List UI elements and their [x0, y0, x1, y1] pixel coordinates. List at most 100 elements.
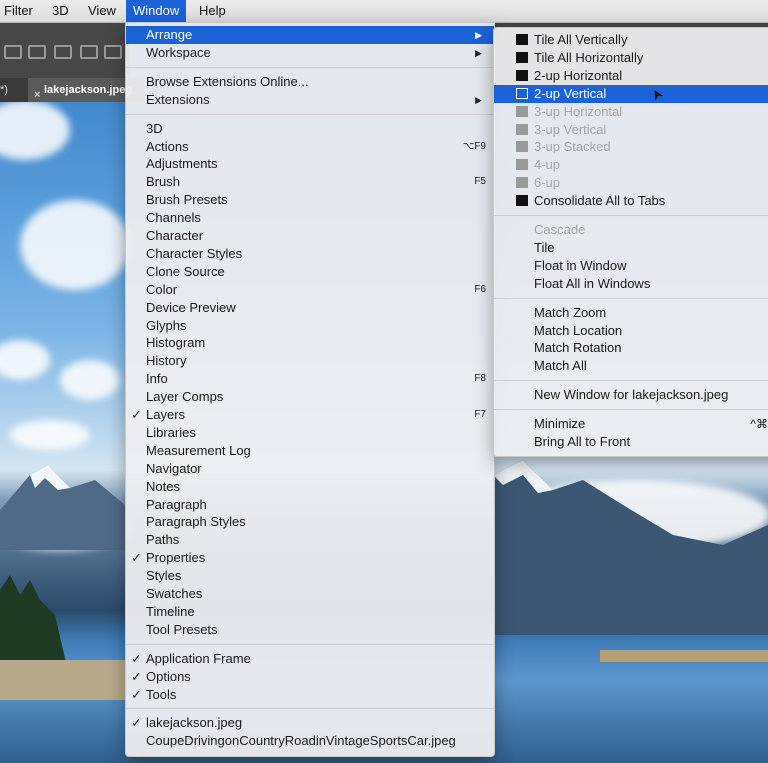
arrange-menu-item-float-in-window[interactable]: Float in Window [494, 257, 768, 275]
menu-item-label: Tool Presets [146, 621, 218, 637]
window-menu-item-paths[interactable]: Paths [126, 531, 494, 549]
arrange-menu-item-match-location[interactable]: Match Location [494, 322, 768, 340]
menu-separator [126, 113, 494, 115]
window-menu-item-layer-comps[interactable]: Layer Comps [126, 388, 494, 406]
menu-item-label: Styles [146, 568, 182, 584]
window-menu-item-histogram[interactable]: Histogram [126, 334, 494, 352]
window-menu-item-swatches[interactable]: Swatches [126, 585, 494, 603]
menu-item-label: Device Preview [146, 299, 236, 315]
window-menu-item-libraries[interactable]: Libraries [126, 424, 494, 442]
menu-view[interactable]: View [88, 3, 116, 18]
menu-item-label: 2-up Horizontal [534, 67, 623, 83]
window-menu-item-character[interactable]: Character [126, 227, 494, 245]
window-menu-item-arrange[interactable]: Arrange ▶ [126, 26, 494, 44]
window-menu-item-clone-source[interactable]: Clone Source [126, 263, 494, 281]
window-menu-item-actions[interactable]: Actions ⌥F9 [126, 138, 494, 156]
menu-item-label: Paragraph [146, 496, 207, 512]
window-menu-item-measurement-log[interactable]: Measurement Log [126, 442, 494, 460]
window-menu-item-brush-presets[interactable]: Brush Presets [126, 191, 494, 209]
shortcut-label: ^⌘M [750, 417, 768, 432]
menu-item-label: Tile All Vertically [534, 32, 628, 47]
mountain-left [0, 465, 125, 550]
arrange-menu-item-6-up: 6-up [494, 174, 768, 192]
window-menu-item-layers[interactable]: ✓ Layers F7 [126, 406, 494, 424]
menu-separator [494, 409, 768, 411]
window-menu-item-application-frame[interactable]: ✓ Application Frame [126, 650, 494, 668]
menu-filter[interactable]: Filter [4, 3, 33, 18]
menu-window[interactable]: Window [126, 0, 187, 22]
window-menu-item-paragraph-styles[interactable]: Paragraph Styles [126, 513, 494, 531]
window-menu-item-properties[interactable]: ✓ Properties [126, 549, 494, 567]
arrange-menu-item-match-rotation[interactable]: Match Rotation [494, 339, 768, 357]
tool-option-icon[interactable] [4, 45, 22, 59]
layout-icon [516, 123, 528, 135]
window-menu-item-notes[interactable]: Notes [126, 478, 494, 496]
menu-item-label: 3-up Horizontal [534, 103, 623, 119]
tool-option-icon[interactable] [104, 45, 122, 59]
menu-item-label: Tile All Horizontally [534, 49, 644, 65]
window-menu-item-history[interactable]: History [126, 352, 494, 370]
window-menu-item-workspace[interactable]: Workspace ▶ [126, 44, 494, 62]
window-menu-item-extensions[interactable]: Extensions ▶ [126, 91, 494, 109]
menu-item-label: New Window for lakejackson.jpeg [534, 387, 729, 403]
menu-item-label: Clone Source [146, 263, 225, 279]
window-menu-item-paragraph[interactable]: Paragraph [126, 496, 494, 514]
menu-item-label: Tile [534, 239, 555, 255]
window-menu-item-coupedrivingoncountryroadinvintagesportscar-jpeg[interactable]: CoupeDrivingonCountryRoadinVintageSports… [126, 732, 494, 750]
arrange-menu-item-match-zoom[interactable]: Match Zoom [494, 304, 768, 322]
window-menu-item-tools[interactable]: ✓ Tools [126, 686, 494, 704]
shoreline [0, 660, 125, 700]
arrange-menu-item-tile-all-horizontally[interactable]: Tile All Horizontally [494, 49, 768, 67]
window-menu-item-device-preview[interactable]: Device Preview [126, 299, 494, 317]
arrange-menu-item-4-up: 4-up [494, 156, 768, 174]
close-icon[interactable]: × [34, 83, 40, 107]
previous-tab-partial[interactable]: *) [0, 84, 8, 96]
arrange-menu-item-float-all-in-windows[interactable]: Float All in Windows [494, 275, 768, 293]
window-menu-item-color[interactable]: Color F6 [126, 281, 494, 299]
checkmark-icon: ✓ [131, 668, 142, 684]
window-menu-item-brush[interactable]: Brush F5 [126, 173, 494, 191]
window-menu-item-info[interactable]: Info F8 [126, 370, 494, 388]
window-menu-item-channels[interactable]: Channels [126, 209, 494, 227]
tool-option-icon[interactable] [54, 45, 72, 59]
window-menu-item-tool-presets[interactable]: Tool Presets [126, 621, 494, 639]
menu-item-label: 3-up Vertical [534, 121, 607, 137]
arrange-menu-item-bring-all-to-front[interactable]: Bring All to Front [494, 433, 768, 451]
tool-option-icon[interactable] [28, 45, 46, 59]
window-menu-item-navigator[interactable]: Navigator [126, 460, 494, 478]
mountain-right [493, 460, 768, 635]
window-menu-item-glyphs[interactable]: Glyphs [126, 317, 494, 335]
menu-item-label: History [146, 353, 187, 369]
menu-item-label: 3D [146, 120, 163, 136]
menu-help[interactable]: Help [199, 3, 226, 18]
tool-option-icon[interactable] [80, 45, 98, 59]
window-menu-item-timeline[interactable]: Timeline [126, 603, 494, 621]
menu-item-label: 6-up [534, 175, 561, 191]
arrange-menu-item-tile[interactable]: Tile [494, 239, 768, 257]
menu-3d[interactable]: 3D [52, 3, 69, 18]
layout-icon [516, 159, 528, 171]
shortcut-label: ⌥F9 [462, 140, 486, 152]
window-menu-item-styles[interactable]: Styles [126, 567, 494, 585]
menu-item-label: Brush Presets [146, 192, 228, 208]
window-menu-item-browse-extensions-online[interactable]: Browse Extensions Online... [126, 73, 494, 91]
arrange-menu-item-match-all[interactable]: Match All [494, 357, 768, 375]
arrange-menu-item-minimize[interactable]: Minimize ^⌘M [494, 415, 768, 433]
menu-item-label: Timeline [146, 603, 195, 619]
arrange-menu-item-tile-all-vertically[interactable]: Tile All Vertically [494, 31, 768, 49]
checkmark-icon: ✓ [131, 686, 142, 702]
window-menu-item-adjustments[interactable]: Adjustments [126, 155, 494, 173]
window-menu-item-3d[interactable]: 3D [126, 120, 494, 138]
window-menu-item-lakejackson-jpeg[interactable]: ✓ lakejackson.jpeg [126, 714, 494, 732]
arrange-menu-item-consolidate-all-to-tabs[interactable]: Consolidate All to Tabs [494, 192, 768, 210]
window-menu-item-character-styles[interactable]: Character Styles [126, 245, 494, 263]
submenu-arrow-icon: ▶ [475, 30, 482, 40]
menu-item-label: Extensions [146, 91, 210, 107]
window-menu-item-options[interactable]: ✓ Options [126, 668, 494, 686]
submenu-arrow-icon: ▶ [475, 94, 482, 105]
layout-icon [516, 105, 528, 117]
arrange-menu-item-new-window-for-lakejackson-jpeg[interactable]: New Window for lakejackson.jpeg [494, 386, 768, 404]
arrange-menu-item-2-up-horizontal[interactable]: 2-up Horizontal [494, 67, 768, 85]
menu-item-label: Match Location [534, 322, 623, 338]
arrange-menu-item-2-up-vertical[interactable]: 2-up Vertical [494, 84, 768, 103]
